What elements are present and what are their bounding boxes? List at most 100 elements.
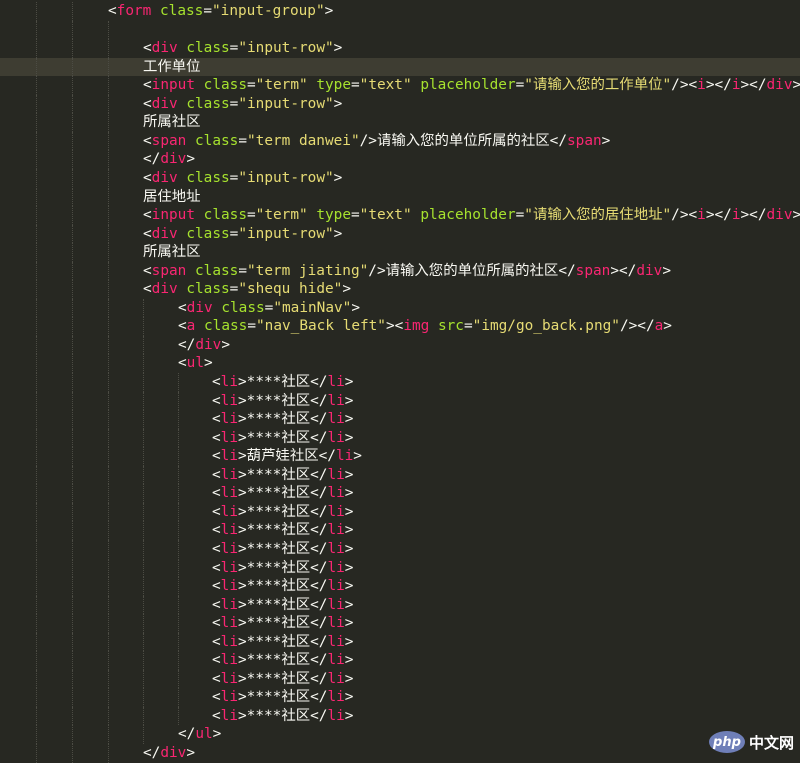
code-line[interactable]: <span class="term danwei"/>请输入您的单位所属的社区<… <box>0 132 800 151</box>
code-line[interactable]: <li>****社区</li> <box>0 484 800 503</box>
code-line[interactable]: <div class="input-row"> <box>0 39 800 58</box>
indent-guide <box>72 447 73 466</box>
token-lt: > <box>351 300 360 316</box>
code-line[interactable]: <div class="mainNav"> <box>0 299 800 318</box>
code-content: <a class="nav_Back left"><img src="img/g… <box>178 317 672 336</box>
token-lt: < <box>212 597 221 613</box>
token-attr: class <box>204 318 247 334</box>
indent-guide <box>72 559 73 578</box>
token-lt: < <box>212 541 221 557</box>
token-lt: </ <box>310 652 327 668</box>
code-line[interactable]: <li>****社区</li> <box>0 429 800 448</box>
code-line[interactable]: 工作单位 <box>0 58 800 77</box>
token-lt: </ <box>310 541 327 557</box>
indent-guide <box>72 132 73 151</box>
code-line[interactable]: <input class="term" type="text" placehol… <box>0 206 800 225</box>
code-line[interactable]: <li>****社区</li> <box>0 577 800 596</box>
indent-guide <box>72 707 73 726</box>
code-line[interactable]: <li>****社区</li> <box>0 521 800 540</box>
indent-guide <box>108 577 109 596</box>
indent-guide <box>143 392 144 411</box>
token-attr: class <box>221 300 264 316</box>
code-content: <li>****社区</li> <box>212 559 353 578</box>
code-line[interactable]: <li>****社区</li> <box>0 373 800 392</box>
indent-guide <box>72 169 73 188</box>
indent-guide <box>178 503 179 522</box>
indent-guide <box>108 39 109 58</box>
code-line[interactable]: 所属社区 <box>0 243 800 262</box>
code-line[interactable]: <li>****社区</li> <box>0 392 800 411</box>
code-line[interactable]: <li>****社区</li> <box>0 670 800 689</box>
code-line[interactable]: 居住地址 <box>0 188 800 207</box>
code-line[interactable]: <li>****社区</li> <box>0 410 800 429</box>
code-line[interactable]: <div class="input-row"> <box>0 225 800 244</box>
code-line[interactable]: <li>****社区</li> <box>0 707 800 726</box>
code-line[interactable]: <div class="input-row"> <box>0 95 800 114</box>
indent-guide <box>143 614 144 633</box>
code-line[interactable]: </div> <box>0 150 800 169</box>
code-line[interactable]: <input class="term" type="text" placehol… <box>0 76 800 95</box>
code-line[interactable]: <a class="nav_Back left"><img src="img/g… <box>0 317 800 336</box>
indent-guide <box>36 95 37 114</box>
token-lt: < <box>178 300 187 316</box>
code-line[interactable]: <form class="input-group"> <box>0 2 800 21</box>
code-line[interactable]: 所属社区 <box>0 113 800 132</box>
indent-guide <box>36 354 37 373</box>
token-lt: > <box>345 541 354 557</box>
indent-guide <box>108 521 109 540</box>
token-lt: > <box>334 96 343 112</box>
token-lt: > <box>238 374 247 390</box>
code-content: <li>****社区</li> <box>212 633 353 652</box>
indent-guide <box>36 670 37 689</box>
token-tag: li <box>327 708 344 724</box>
code-line[interactable]: <li>****社区</li> <box>0 540 800 559</box>
code-line[interactable]: <div class="input-row"> <box>0 169 800 188</box>
indent-guide <box>143 503 144 522</box>
token-lt: /> <box>368 263 385 279</box>
code-line[interactable]: <li>****社区</li> <box>0 559 800 578</box>
code-content: 居住地址 <box>143 188 201 207</box>
code-editor[interactable]: <form class="input-group"> <div class="in… <box>0 0 800 760</box>
token-txt: 所属社区 <box>143 244 201 260</box>
token-tag: div <box>636 263 662 279</box>
indent-guide <box>108 317 109 336</box>
code-line[interactable]: </ul> <box>0 725 800 744</box>
code-line[interactable]: <li>****社区</li> <box>0 614 800 633</box>
code-content: <li>****社区</li> <box>212 373 353 392</box>
token-tag: span <box>567 133 602 149</box>
token-lt: < <box>143 207 152 223</box>
code-line[interactable]: <li>****社区</li> <box>0 596 800 615</box>
code-line[interactable]: <li>****社区</li> <box>0 633 800 652</box>
indent-guide <box>108 280 109 299</box>
token-lt: < <box>212 615 221 631</box>
token-lt: </ <box>310 578 327 594</box>
code-line[interactable] <box>0 21 800 40</box>
code-line[interactable]: <li>****社区</li> <box>0 466 800 485</box>
code-line[interactable]: <li>****社区</li> <box>0 651 800 670</box>
code-line[interactable]: <li>****社区</li> <box>0 688 800 707</box>
token-txt: 葫芦娃社区 <box>247 448 319 464</box>
indent-guide <box>108 132 109 151</box>
token-attr: class <box>186 40 229 56</box>
code-line[interactable]: <div class="shequ hide"> <box>0 280 800 299</box>
token-eq: = <box>516 207 525 223</box>
token-lt: > <box>238 467 247 483</box>
token-attr: class <box>204 77 247 93</box>
code-line[interactable]: <li>****社区</li> <box>0 503 800 522</box>
indent-guide <box>108 725 109 744</box>
watermark-site-name: 中文网 <box>749 732 794 753</box>
code-line[interactable]: <li>葫芦娃社区</li> <box>0 447 800 466</box>
indent-guide <box>108 707 109 726</box>
token-attr: class <box>195 263 238 279</box>
token-lt: </ <box>310 393 327 409</box>
token-tag: li <box>327 393 344 409</box>
token-lt: </ <box>178 726 195 742</box>
indent-guide <box>36 225 37 244</box>
token-tag: li <box>221 374 238 390</box>
code-line[interactable]: <ul> <box>0 354 800 373</box>
code-line[interactable]: </div> <box>0 336 800 355</box>
indent-guide <box>72 95 73 114</box>
code-content: <li>****社区</li> <box>212 503 353 522</box>
indent-guide <box>108 336 109 355</box>
code-line[interactable]: <span class="term jiating"/>请输入您的单位所属的社区… <box>0 262 800 281</box>
